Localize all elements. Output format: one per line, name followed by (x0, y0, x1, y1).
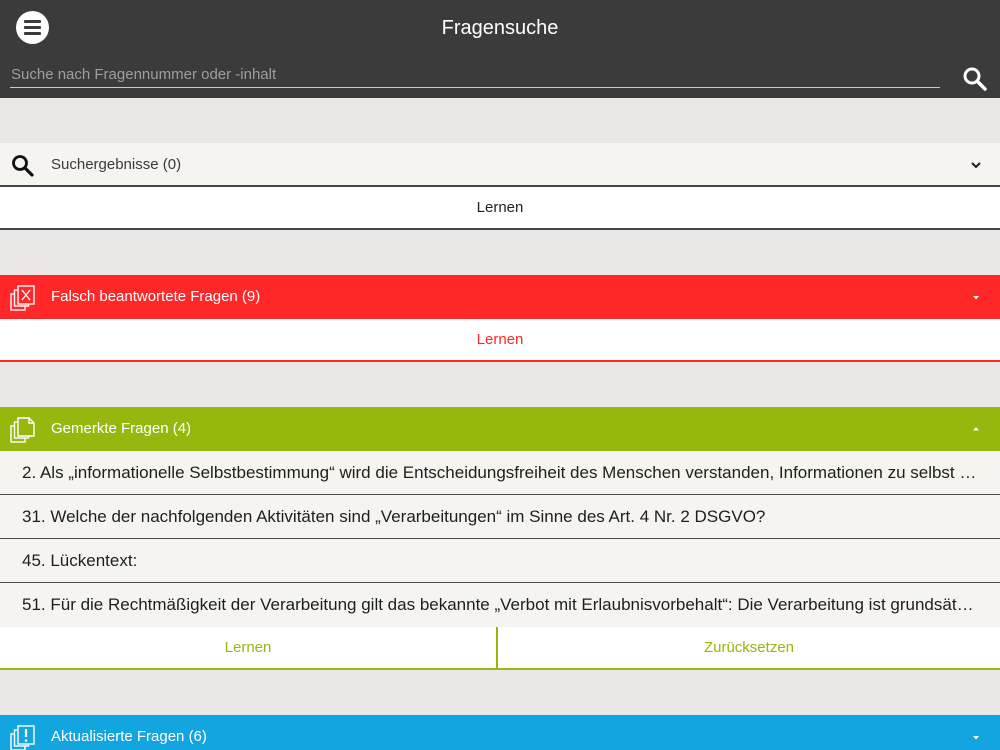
wrong-questions-icon (10, 285, 35, 311)
caret-down-icon (973, 736, 979, 740)
page-title: Fragensuche (441, 17, 559, 39)
question-text: 2. Als „informationelle Selbstbestimmung… (22, 463, 980, 482)
chevron-down-icon (971, 162, 981, 169)
search-input[interactable] (10, 62, 940, 88)
section-title: Suchergebnisse (0) (51, 156, 182, 173)
question-item[interactable]: 2. Als „informationelle Selbstbestimmung… (0, 451, 1000, 495)
caret-down-icon (973, 296, 979, 300)
bookmarked-questions-icon (10, 417, 35, 443)
reset-button[interactable]: Zurücksetzen (498, 627, 1000, 668)
learn-button[interactable]: Lernen (0, 319, 1000, 360)
question-item[interactable]: 51. Für die Rechtmäßigkeit der Verarbeit… (0, 583, 1000, 627)
question-item[interactable]: 31. Welche der nachfolgenden Aktivitäten… (0, 495, 1000, 539)
section-header-bookmarked[interactable]: Gemerkte Fragen (4) (0, 407, 1000, 451)
section-header-search-results[interactable]: Suchergebnisse (0) (0, 143, 1000, 187)
section-header-wrong-answers[interactable]: Falsch beantwortete Fragen (9) (0, 275, 1000, 319)
search-icon (12, 155, 34, 177)
updated-questions-icon (10, 725, 35, 750)
search-icon (963, 67, 987, 91)
app-bar: Fragensuche (0, 0, 1000, 98)
section-title: Aktualisierte Fragen (6) (51, 728, 207, 745)
learn-button[interactable]: Lernen (0, 187, 1000, 228)
question-text: 51. Für die Rechtmäßigkeit der Verarbeit… (22, 595, 980, 614)
action-row: Lernen Zurücksetzen (0, 627, 1000, 670)
question-text: 31. Welche der nachfolgenden Aktivitäten… (22, 507, 766, 526)
section-title: Falsch beantwortete Fragen (9) (51, 288, 261, 305)
learn-button[interactable]: Lernen (0, 627, 498, 668)
action-row: Lernen (0, 187, 1000, 230)
question-text: 45. Lückentext: (22, 551, 138, 570)
search-button[interactable] (960, 64, 990, 94)
section-header-updated[interactable]: Aktualisierte Fragen (6) (0, 715, 1000, 750)
action-row: Lernen (0, 319, 1000, 362)
question-item[interactable]: 45. Lückentext: (0, 539, 1000, 583)
caret-up-icon (973, 427, 979, 431)
section-title: Gemerkte Fragen (4) (51, 420, 192, 437)
